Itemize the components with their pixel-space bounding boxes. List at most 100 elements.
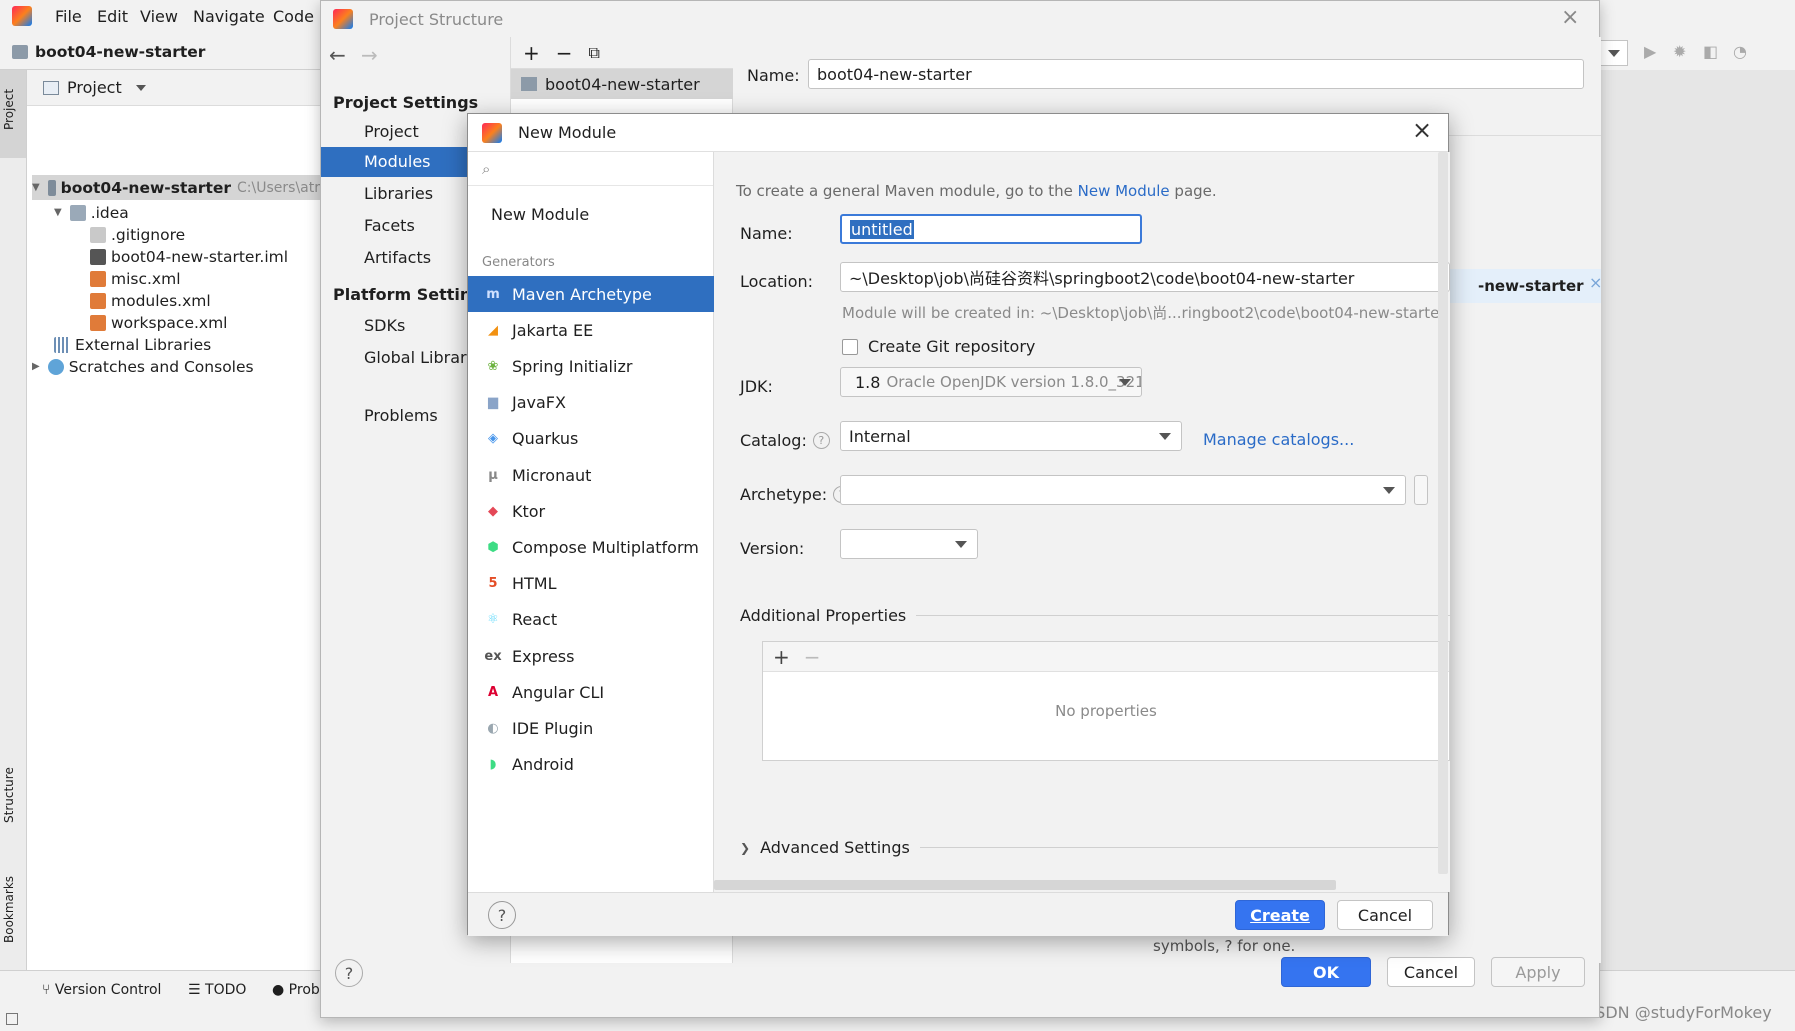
- jdk-combo[interactable]: 1.8 Oracle OpenJDK version 1.8.0_321: [840, 367, 1142, 397]
- problems-tab[interactable]: ● Prob: [272, 982, 320, 998]
- nav-global-libraries[interactable]: Global Librarie: [364, 348, 481, 367]
- project-view-label[interactable]: Project: [67, 78, 122, 97]
- generator-item[interactable]: ❀ Spring Initializr: [468, 348, 714, 384]
- horizontal-scrollbar[interactable]: [714, 880, 1336, 890]
- remove-icon[interactable]: −: [556, 41, 573, 65]
- menu-view[interactable]: View: [140, 7, 178, 26]
- generator-item[interactable]: ▆ JavaFX: [468, 385, 714, 421]
- run-icon[interactable]: ▶: [1644, 42, 1656, 61]
- generator-search-input[interactable]: [498, 159, 699, 178]
- back-arrow-icon[interactable]: ←: [329, 43, 346, 67]
- menu-navigate[interactable]: Navigate: [193, 7, 265, 26]
- nav-facets[interactable]: Facets: [364, 216, 415, 235]
- nav-modules[interactable]: Modules: [364, 152, 431, 171]
- help-icon[interactable]: ?: [488, 901, 516, 929]
- add-icon[interactable]: +: [523, 41, 540, 65]
- chevron-down-icon[interactable]: [1383, 487, 1395, 494]
- generator-item[interactable]: 5 HTML: [468, 566, 714, 602]
- help-icon[interactable]: ?: [812, 432, 830, 449]
- remove-icon[interactable]: −: [804, 645, 821, 669]
- debug-icon[interactable]: ✹: [1673, 42, 1686, 61]
- name-field[interactable]: untitled: [840, 214, 1142, 244]
- location-label: Location:: [740, 272, 814, 291]
- generator-item[interactable]: ◐ IDE Plugin: [468, 710, 714, 746]
- ps-name-field[interactable]: boot04-new-starter: [808, 59, 1584, 89]
- chevron-right-icon[interactable]: ▶: [32, 361, 40, 372]
- tree-file-label: misc.xml: [111, 269, 181, 288]
- new-module-item-label: New Module: [491, 204, 590, 224]
- version-control-tab[interactable]: ⑂ Version Control: [42, 982, 161, 998]
- close-icon[interactable]: ×: [1561, 5, 1579, 30]
- catalog-combo[interactable]: Internal: [840, 421, 1182, 451]
- add-icon[interactable]: +: [773, 645, 790, 669]
- git-checkbox[interactable]: [842, 338, 858, 355]
- module-folder-icon: [47, 179, 56, 196]
- manage-catalogs-link[interactable]: Manage catalogs...: [1203, 430, 1354, 449]
- generator-item[interactable]: ex Express: [468, 638, 714, 674]
- chevron-down-icon[interactable]: [1119, 379, 1131, 386]
- module-item[interactable]: boot04-new-starter: [511, 69, 733, 99]
- root-path: C:\Users\atr: [237, 179, 320, 196]
- menu-code[interactable]: Code: [273, 7, 314, 26]
- generator-item[interactable]: A Angular CLI: [468, 674, 714, 710]
- menu-edit[interactable]: Edit: [97, 7, 128, 26]
- chevron-down-icon[interactable]: [955, 541, 967, 548]
- version-control-label: Version Control: [54, 982, 162, 998]
- chevron-right-icon[interactable]: ❯: [740, 841, 750, 855]
- apply-button[interactable]: Apply: [1491, 957, 1585, 987]
- generator-item-label: Maven Archetype: [512, 284, 652, 304]
- nav-problems[interactable]: Problems: [364, 406, 438, 425]
- layout-icon[interactable]: [6, 1013, 18, 1025]
- chevron-down-icon[interactable]: [135, 84, 146, 91]
- chevron-down-icon[interactable]: [1159, 433, 1171, 440]
- ok-button[interactable]: OK: [1281, 957, 1371, 987]
- create-git-repository[interactable]: Create Git repository: [842, 337, 1035, 356]
- add-archetype-button[interactable]: [1414, 475, 1428, 505]
- tree-file-label: workspace.xml: [111, 313, 228, 332]
- close-icon[interactable]: ×: [1589, 273, 1602, 292]
- version-combo[interactable]: [840, 529, 978, 559]
- todo-tab[interactable]: ☰ TODO: [188, 982, 246, 998]
- nav-project[interactable]: Project: [364, 122, 419, 141]
- profile-icon[interactable]: ◔: [1733, 42, 1747, 61]
- bookmarks-side-tab[interactable]: Bookmarks: [2, 870, 24, 948]
- forward-arrow-icon[interactable]: →: [361, 43, 378, 67]
- nav-libraries[interactable]: Libraries: [364, 184, 433, 203]
- generator-item-label: React: [512, 610, 558, 630]
- menu-file[interactable]: File: [55, 7, 82, 26]
- coverage-icon[interactable]: ◧: [1703, 42, 1718, 61]
- generator-item[interactable]: ◆ Ktor: [468, 493, 714, 529]
- new-module-item[interactable]: New Module: [468, 196, 714, 232]
- vertical-scrollbar[interactable]: [1438, 152, 1448, 874]
- new-module-page-link[interactable]: New Module: [1078, 182, 1170, 200]
- expand-arrow-icon[interactable]: ▼: [54, 207, 62, 218]
- archetype-combo[interactable]: [840, 475, 1406, 505]
- expand-arrow-icon[interactable]: ▼: [32, 182, 40, 193]
- breadcrumb-project[interactable]: boot04-new-starter: [35, 43, 205, 61]
- close-icon[interactable]: ×: [1412, 116, 1432, 144]
- generator-item[interactable]: ◈ Quarkus: [468, 421, 714, 457]
- location-field[interactable]: ~\Desktop\job\尚硅谷资料\springboot2\code\boo…: [840, 262, 1450, 292]
- help-icon[interactable]: ?: [335, 959, 363, 987]
- advanced-settings[interactable]: ❯ Advanced Settings: [740, 838, 1440, 857]
- generator-item[interactable]: ◢ Jakarta EE: [468, 312, 714, 348]
- create-button[interactable]: Create: [1235, 900, 1325, 930]
- jdk-description: Oracle OpenJDK version 1.8.0_321: [886, 373, 1142, 391]
- structure-side-tab[interactable]: Structure: [2, 760, 24, 830]
- run-config-dropdown[interactable]: [1600, 40, 1628, 66]
- tree-root[interactable]: ▼ boot04-new-starter C:\Users\atr: [32, 175, 320, 200]
- additional-properties-header: Additional Properties: [740, 606, 1450, 625]
- generator-item[interactable]: ◗ Android: [468, 747, 714, 783]
- generator-item[interactable]: μ Micronaut: [468, 457, 714, 493]
- nav-artifacts[interactable]: Artifacts: [364, 248, 431, 267]
- generator-item[interactable]: ⬢ Compose Multiplatform: [468, 529, 714, 565]
- project-side-tab[interactable]: Project: [2, 78, 24, 140]
- generator-item[interactable]: m Maven Archetype: [468, 276, 714, 312]
- tree-scratches[interactable]: ▶ Scratches and Consoles: [32, 354, 254, 379]
- nav-sdks[interactable]: SDKs: [364, 316, 405, 335]
- generator-search[interactable]: ⌕: [468, 152, 713, 186]
- generator-item[interactable]: ⚛ React: [468, 602, 714, 638]
- ps-cancel-button[interactable]: Cancel: [1387, 957, 1475, 987]
- cancel-button[interactable]: Cancel: [1337, 900, 1433, 930]
- copy-icon[interactable]: ⧉: [589, 43, 600, 63]
